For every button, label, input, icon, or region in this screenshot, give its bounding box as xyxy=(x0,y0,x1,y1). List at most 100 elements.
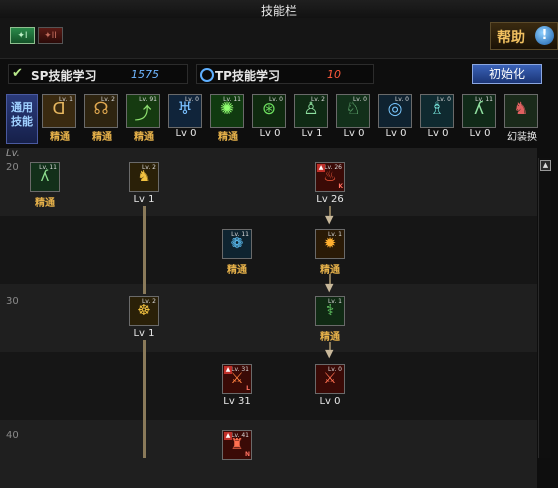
skill-node[interactable]: Lv. 11 ʎ 精通 xyxy=(27,162,63,210)
golden-slash-icon[interactable]: Lv. 2 ♞ xyxy=(129,162,159,192)
hotkey-label: K xyxy=(338,183,343,190)
skill-caption: 精通 xyxy=(227,265,247,276)
common-skill-slot[interactable]: Lv. 0 ⊛ Lv 0 xyxy=(252,94,288,144)
window-title: 技能栏 xyxy=(260,4,297,18)
common-skill-slot[interactable]: Lv. 91 ⤴ 精通 xyxy=(126,94,162,144)
skill-glyph: ♅ xyxy=(177,99,193,119)
skill-caption: Lv 0 xyxy=(319,396,341,407)
skill-caption: Lv 0 xyxy=(259,128,281,139)
common-skill-slot[interactable]: Lv. 11 ʎ Lv 0 xyxy=(462,94,498,144)
common-skill-slot[interactable]: Lv. 2 ♙ Lv 1 xyxy=(294,94,330,144)
skill-node[interactable]: Lv. 1 ✹ 精通 xyxy=(312,229,348,277)
hotkey-label: L xyxy=(246,385,250,392)
common-skill-slot[interactable]: Lv. 2 ☊ 精通 xyxy=(84,94,120,144)
skill-node[interactable]: Lv. 2 ☸ Lv 1 xyxy=(126,296,162,344)
common-skill-slot[interactable]: Lv. 0 ♅ Lv 0 xyxy=(168,94,204,144)
common-label-line1: 通用 xyxy=(11,101,33,114)
skill-caption: Lv 31 xyxy=(223,396,251,407)
skill-caption: Lv 0 xyxy=(427,128,449,139)
aura-icon[interactable]: Lv. 0 ⊛ xyxy=(252,94,286,128)
help-button[interactable]: 帮助 ! xyxy=(490,22,558,50)
skill-glyph: ⚕ xyxy=(325,301,335,319)
target-icon[interactable]: Lv. 0 ◎ xyxy=(378,94,412,128)
skill-caption: 精通 xyxy=(320,265,340,276)
help-label: 帮助 xyxy=(497,30,525,46)
skill-glyph: ᗡ xyxy=(52,99,66,119)
skill-glyph: ◎ xyxy=(387,99,403,119)
skill-node[interactable]: Lv. 26 ♨ ▲ K Lv 26 xyxy=(312,162,348,210)
rage-icon[interactable]: Lv. 26 ♨ ▲ K xyxy=(315,162,345,192)
tab-skill-page-1[interactable]: ✦I xyxy=(10,27,35,44)
tp-points-bar: TP技能学习 10 xyxy=(196,64,374,84)
skill-caption: 精通 xyxy=(50,132,70,143)
skill-caption: 精通 xyxy=(218,132,238,143)
skill-node[interactable]: Lv. 0 ⚔ Lv 0 xyxy=(312,364,348,412)
figure-icon[interactable]: Lv. 2 ♙ xyxy=(294,94,328,128)
wing-icon[interactable]: Lv. 0 ♅ xyxy=(168,94,202,128)
skill-glyph: ♘ xyxy=(345,99,361,119)
tab-skill-page-2[interactable]: ✦II xyxy=(38,27,63,44)
skill-node[interactable]: Lv. 1 ⚕ 精通 xyxy=(312,296,348,344)
skill-node[interactable]: Lv. 11 ❁ 精通 xyxy=(219,229,255,277)
level-column-header: Lv. xyxy=(6,148,20,159)
red-sword-icon[interactable]: Lv. 0 ⚔ xyxy=(315,364,345,394)
skill-glyph: ☊ xyxy=(93,99,109,119)
slide-kick-icon[interactable]: Lv. 11 ʎ xyxy=(30,162,60,192)
common-skill-slot[interactable]: Lv. 1 ᗡ 精通 xyxy=(42,94,78,144)
common-skill-slot[interactable]: ♞ 幻装换 xyxy=(504,94,540,144)
skill-caption: Lv 26 xyxy=(316,194,344,205)
skill-caption: Lv 0 xyxy=(469,128,491,139)
common-skills-tab[interactable]: 通用 技能 xyxy=(6,94,38,144)
leap-icon[interactable]: Lv. 91 ⤴ xyxy=(126,94,160,128)
flame-burst-icon[interactable]: Lv. 1 ✹ xyxy=(315,229,345,259)
golden-spin-icon[interactable]: Lv. 2 ☸ xyxy=(129,296,159,326)
title-bar: 技能栏 xyxy=(0,0,558,19)
scroll-up-arrow-icon[interactable]: ▲ xyxy=(540,160,551,171)
skill-glyph: ⤴ xyxy=(134,104,152,124)
skill-glyph: ♞ xyxy=(137,167,151,185)
common-skill-slot[interactable]: Lv. 0 ♘ Lv 0 xyxy=(336,94,372,144)
down-arrow-icon: ▼ xyxy=(325,281,334,294)
burst-icon[interactable]: Lv. 11 ✺ xyxy=(210,94,244,128)
swap-icon[interactable]: ♞ xyxy=(504,94,538,128)
skill-caption: Lv 0 xyxy=(175,128,197,139)
water-swirl-icon[interactable]: Lv. 11 ❁ xyxy=(222,229,252,259)
skill-caption: Lv 1 xyxy=(133,328,155,339)
body-icon[interactable]: Lv. 0 ♗ xyxy=(420,94,454,128)
connector-line xyxy=(143,340,146,458)
lock-icon: ▲ xyxy=(224,432,232,440)
skill-glyph: ⊛ xyxy=(261,99,277,119)
green-kick-icon[interactable]: Lv. 1 ⚕ xyxy=(315,296,345,326)
common-skill-slot[interactable]: Lv. 11 ✺ 精通 xyxy=(210,94,246,144)
red-lock-icon[interactable]: Lv. 41 ♜ ▲ N xyxy=(222,430,252,460)
row-label-20: 20 xyxy=(6,162,19,173)
top-bar xyxy=(0,18,558,59)
skill-caption: 精通 xyxy=(35,198,55,209)
skill-caption: 精通 xyxy=(134,132,154,143)
skill-glyph: ⚔ xyxy=(323,369,337,387)
skill-caption: 精通 xyxy=(92,132,112,143)
skill-caption: Lv 1 xyxy=(301,128,323,139)
pose-icon[interactable]: Lv. 2 ☊ xyxy=(84,94,118,128)
skill-node[interactable]: Lv. 31 ⚔ ▲ L Lv 31 xyxy=(219,364,255,412)
dash-icon[interactable]: Lv. 1ᗡ xyxy=(42,94,76,128)
common-skill-slot[interactable]: Lv. 0 ♗ Lv 0 xyxy=(420,94,456,144)
lock-icon: ▲ xyxy=(317,164,325,172)
skill-caption: Lv 1 xyxy=(133,194,155,205)
red-strike-icon[interactable]: Lv. 31 ⚔ ▲ L xyxy=(222,364,252,394)
warrior-icon[interactable]: Lv. 0 ♘ xyxy=(336,94,370,128)
sp-label: SP技能学习 xyxy=(31,69,97,83)
skill-caption: Lv 0 xyxy=(343,128,365,139)
skill-node[interactable]: Lv. 2 ♞ Lv 1 xyxy=(126,162,162,210)
reset-button[interactable]: 初始化 xyxy=(472,64,542,84)
skill-caption: Lv 0 xyxy=(385,128,407,139)
skill-tree-area xyxy=(0,148,537,488)
common-skill-slot[interactable]: Lv. 0 ◎ Lv 0 xyxy=(378,94,414,144)
down-arrow-icon: ▼ xyxy=(325,213,334,226)
scrollbar[interactable] xyxy=(538,158,551,458)
skill-node[interactable]: Lv. 41 ♜ ▲ N xyxy=(219,430,255,478)
down-arrow-icon: ▼ xyxy=(325,347,334,360)
kick-icon[interactable]: Lv. 11 ʎ xyxy=(462,94,496,128)
sp-value: 1575 xyxy=(131,68,159,81)
row-label-30: 30 xyxy=(6,296,19,307)
